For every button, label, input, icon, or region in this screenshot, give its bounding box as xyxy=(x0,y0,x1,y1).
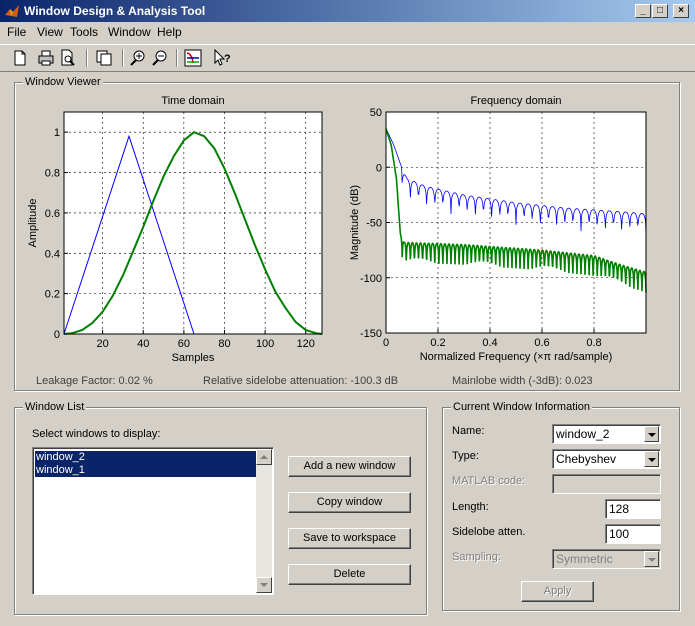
y-tick-label: 0.8 xyxy=(45,168,60,180)
name-dropdown[interactable]: window_2 xyxy=(552,424,661,444)
y-axis-label: Magnitude (dB) xyxy=(349,185,361,260)
y-tick-label: 0.6 xyxy=(45,208,60,220)
add-window-button[interactable]: Add a new window xyxy=(288,456,411,477)
y-tick-label: 0 xyxy=(376,162,382,174)
scroll-up-button[interactable] xyxy=(256,449,272,465)
svg-text:?: ? xyxy=(224,53,231,65)
x-tick-label: 100 xyxy=(256,338,274,350)
chart-title: Frequency domain xyxy=(470,95,561,107)
window-listbox[interactable]: window_2 window_1 xyxy=(32,447,274,595)
scroll-down-button[interactable] xyxy=(256,577,272,593)
mainlobe-width-text: Mainlobe width (-3dB): 0.023 xyxy=(452,375,593,387)
time-domain-chart: Time domain 20 40 60 80 100 120 0 0.2 0.4 0.6 0.8 1 S… xyxy=(27,95,323,364)
menu-help[interactable]: Help xyxy=(157,25,182,39)
sampling-value: Symmetric xyxy=(556,552,613,566)
length-input[interactable]: 128 xyxy=(605,499,661,519)
apply-button[interactable]: Apply xyxy=(521,581,594,602)
matlab-code-field xyxy=(552,474,661,494)
x-tick-label: 0.4 xyxy=(482,337,497,349)
y-tick-label: -100 xyxy=(360,273,382,285)
select-windows-label: Select windows to display: xyxy=(32,428,161,440)
chevron-down-icon[interactable] xyxy=(644,451,659,467)
print-preview-icon[interactable] xyxy=(58,48,78,68)
fvtool-icon[interactable] xyxy=(183,48,203,68)
x-tick-label: 0.6 xyxy=(534,337,549,349)
close-button[interactable]: × xyxy=(673,4,689,18)
window-viewer-title: Window Viewer xyxy=(23,76,103,88)
y-tick-label: -50 xyxy=(366,218,382,230)
window-title: Window Design & Analysis Tool xyxy=(24,4,206,18)
toolbar-separator xyxy=(176,49,178,67)
y-tick-label: 1 xyxy=(54,127,60,139)
x-tick-label: 60 xyxy=(178,338,190,350)
sidelobe-attenuation-text: Relative sidelobe attenuation: -100.3 dB xyxy=(203,375,399,387)
sidelobe-atten-input[interactable]: 100 xyxy=(605,524,661,544)
current-window-info-title: Current Window Information xyxy=(451,401,592,413)
new-figure-icon[interactable] xyxy=(94,48,114,68)
menu-view[interactable]: View xyxy=(37,25,63,39)
y-tick-label: 0 xyxy=(54,329,60,341)
x-tick-label: 40 xyxy=(137,338,149,350)
type-value: Chebyshev xyxy=(556,452,617,466)
sampling-dropdown: Symmetric xyxy=(552,549,661,569)
list-item[interactable]: window_1 xyxy=(35,464,260,477)
x-tick-label: 120 xyxy=(297,338,315,350)
type-dropdown[interactable]: Chebyshev xyxy=(552,449,661,469)
menu-window[interactable]: Window xyxy=(108,25,151,39)
copy-window-button[interactable]: Copy window xyxy=(288,492,411,513)
new-icon[interactable] xyxy=(10,48,30,68)
length-label: Length: xyxy=(452,501,489,513)
maximize-button[interactable]: □ xyxy=(652,4,668,18)
title-bar: Window Design & Analysis Tool _ □ × xyxy=(0,0,695,22)
y-tick-label: 0.4 xyxy=(45,248,60,260)
menu-bar: File View Tools Window Help xyxy=(0,22,695,42)
y-tick-label: 0.2 xyxy=(45,289,60,301)
x-tick-label: 20 xyxy=(96,338,108,350)
type-label: Type: xyxy=(452,450,479,462)
toolbar: ? xyxy=(0,44,695,72)
name-label: Name: xyxy=(452,425,485,437)
leakage-factor-text: Leakage Factor: 0.02 % xyxy=(36,375,153,387)
menu-tools[interactable]: Tools xyxy=(70,25,98,39)
x-tick-label: 0 xyxy=(383,337,389,349)
matlab-logo-icon xyxy=(5,5,19,17)
y-tick-label: -150 xyxy=(360,328,382,340)
list-item[interactable]: window_2 xyxy=(35,451,260,464)
x-axis-label: Samples xyxy=(172,352,215,364)
x-axis-label: Normalized Frequency (×π rad/sample) xyxy=(420,351,613,363)
y-tick-label: 50 xyxy=(370,107,382,119)
whats-this-icon[interactable]: ? xyxy=(212,48,232,68)
name-value: window_2 xyxy=(556,427,610,441)
menu-file[interactable]: File xyxy=(7,25,26,39)
toolbar-separator xyxy=(122,49,124,67)
frequency-domain-chart: Frequency domain 0 0.2 0.4 0.6 0.8 -150 -100 -50… xyxy=(349,95,647,363)
y-axis-label: Amplitude xyxy=(27,199,39,248)
zoom-in-icon[interactable] xyxy=(128,48,148,68)
sampling-label: Sampling: xyxy=(452,551,501,563)
chevron-down-icon[interactable] xyxy=(644,426,659,442)
toolbar-separator xyxy=(86,49,88,67)
chevron-down-icon xyxy=(644,551,659,567)
matlab-code-label: MATLAB code: xyxy=(452,475,526,487)
listbox-scrollbar[interactable] xyxy=(256,449,272,593)
sidelobe-atten-label: Sidelobe atten. xyxy=(452,526,526,538)
x-tick-label: 0.2 xyxy=(430,337,445,349)
save-to-workspace-button[interactable]: Save to workspace xyxy=(288,528,411,549)
delete-button[interactable]: Delete xyxy=(288,564,411,585)
x-tick-label: 0.8 xyxy=(586,337,601,349)
print-icon[interactable] xyxy=(36,48,56,68)
minimize-button[interactable]: _ xyxy=(635,4,651,18)
window-list-title: Window List xyxy=(23,401,87,413)
zoom-out-icon[interactable] xyxy=(150,48,170,68)
x-tick-label: 80 xyxy=(218,338,230,350)
chart-title: Time domain xyxy=(161,95,224,107)
